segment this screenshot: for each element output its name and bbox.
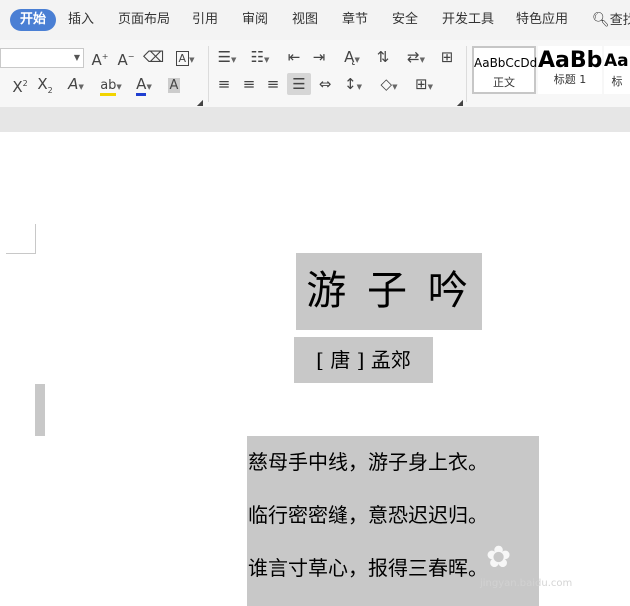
- search-label: 查找: [609, 13, 630, 28]
- font-color-icon[interactable]: A▼: [130, 75, 158, 96]
- tab-page-layout[interactable]: 页面布局: [118, 8, 170, 32]
- align-left-icon[interactable]: ≡: [214, 75, 234, 93]
- font-size-input[interactable]: ▼: [0, 48, 84, 68]
- tab-references[interactable]: 引用: [192, 8, 218, 32]
- style-normal[interactable]: AaBbCcDd 正文: [472, 46, 538, 94]
- shrink-font-icon[interactable]: A−: [116, 48, 136, 69]
- line-spacing-icon[interactable]: ↕▼: [340, 75, 366, 96]
- watermark-text: 经验: [556, 550, 592, 571]
- tab-insert[interactable]: 插入: [68, 8, 94, 32]
- document-page[interactable]: 游 子 吟 [ 唐 ] 孟郊 慈母手中线，游子身上衣。 临行密密缝，意恐迟迟归。…: [0, 132, 630, 606]
- character-shading-icon[interactable]: A: [164, 75, 184, 95]
- sort-icon[interactable]: ⇅: [373, 48, 393, 66]
- tab-chapter[interactable]: 章节: [342, 8, 368, 32]
- tab-special-apps[interactable]: 特色应用: [516, 8, 568, 32]
- search-icon: 🔍︎: [592, 12, 610, 28]
- chevron-down-icon: ▼: [73, 53, 80, 62]
- show-marks-icon[interactable]: ⇄▼: [403, 48, 429, 69]
- justify-icon[interactable]: ☰: [287, 73, 311, 95]
- distributed-align-icon[interactable]: ⇔: [315, 75, 335, 93]
- ribbon-separator: [466, 46, 467, 102]
- highlight-color-icon[interactable]: ab▼: [96, 75, 126, 96]
- increase-indent-icon[interactable]: ⇥: [309, 48, 329, 66]
- poem-line[interactable]: 慈母手中线，游子身上衣。: [247, 436, 539, 489]
- style-heading-1-preview: AaBb: [538, 48, 603, 73]
- page-margin-corner-mark: [6, 224, 36, 254]
- poem-line[interactable]: 临行密密缝，意恐迟迟归。: [247, 489, 539, 542]
- baidu-jingyan-watermark: ✿ 经验 jingyan.baidu.com: [480, 538, 630, 602]
- shading-icon[interactable]: ◇▼: [376, 75, 402, 96]
- chinese-layout-icon[interactable]: Ą▼: [338, 48, 366, 69]
- text-border-icon[interactable]: A ▼: [170, 48, 200, 69]
- ribbon-bottom-band: [0, 108, 630, 132]
- tab-developer[interactable]: 开发工具: [442, 8, 494, 32]
- tab-security[interactable]: 安全: [392, 8, 418, 32]
- style-heading-2[interactable]: AaB 标: [604, 46, 630, 94]
- bullet-list-icon[interactable]: ☰▼: [214, 48, 240, 69]
- superscript-icon[interactable]: X2: [10, 75, 30, 96]
- text-effect-icon[interactable]: A▼: [62, 75, 90, 96]
- style-heading-1[interactable]: AaBb 标题 1: [538, 46, 602, 94]
- tab-review[interactable]: 审阅: [242, 8, 268, 32]
- selection-bar-marker: [35, 384, 45, 436]
- align-center-icon[interactable]: ≡: [239, 75, 259, 93]
- decrease-indent-icon[interactable]: ⇤: [284, 48, 304, 66]
- poem-title[interactable]: 游 子 吟: [296, 253, 482, 330]
- numbered-list-icon[interactable]: ☷▼: [247, 48, 273, 69]
- tab-home[interactable]: 开始: [10, 9, 57, 31]
- align-right-icon[interactable]: ≡: [263, 75, 283, 93]
- paw-logo-icon: ✿: [486, 540, 512, 575]
- ribbon-tab-bar: 开始 插入 页面布局 引用 审阅 视图 章节 安全 开发工具 特色应用 🔍︎查找: [0, 0, 630, 40]
- borders-icon[interactable]: ⊞▼: [410, 75, 438, 96]
- ribbon-separator: [208, 46, 209, 102]
- grow-font-icon[interactable]: A+: [90, 48, 110, 69]
- subscript-icon[interactable]: X2: [35, 75, 55, 100]
- style-heading-1-label: 标题 1: [553, 73, 587, 86]
- search-button[interactable]: 🔍︎查找: [592, 8, 630, 32]
- table-icon[interactable]: ⊞: [437, 48, 457, 66]
- watermark-url: jingyan.baidu.com: [480, 578, 573, 589]
- tab-view[interactable]: 视图: [292, 8, 318, 32]
- poem-author[interactable]: [ 唐 ] 孟郊: [294, 337, 433, 383]
- style-heading-2-label: 标: [611, 75, 623, 88]
- style-normal-label: 正文: [493, 76, 515, 89]
- clear-format-icon[interactable]: ⌫: [143, 48, 164, 66]
- style-normal-preview: AaBbCcDd: [474, 56, 538, 70]
- style-heading-2-preview: AaB: [604, 51, 630, 71]
